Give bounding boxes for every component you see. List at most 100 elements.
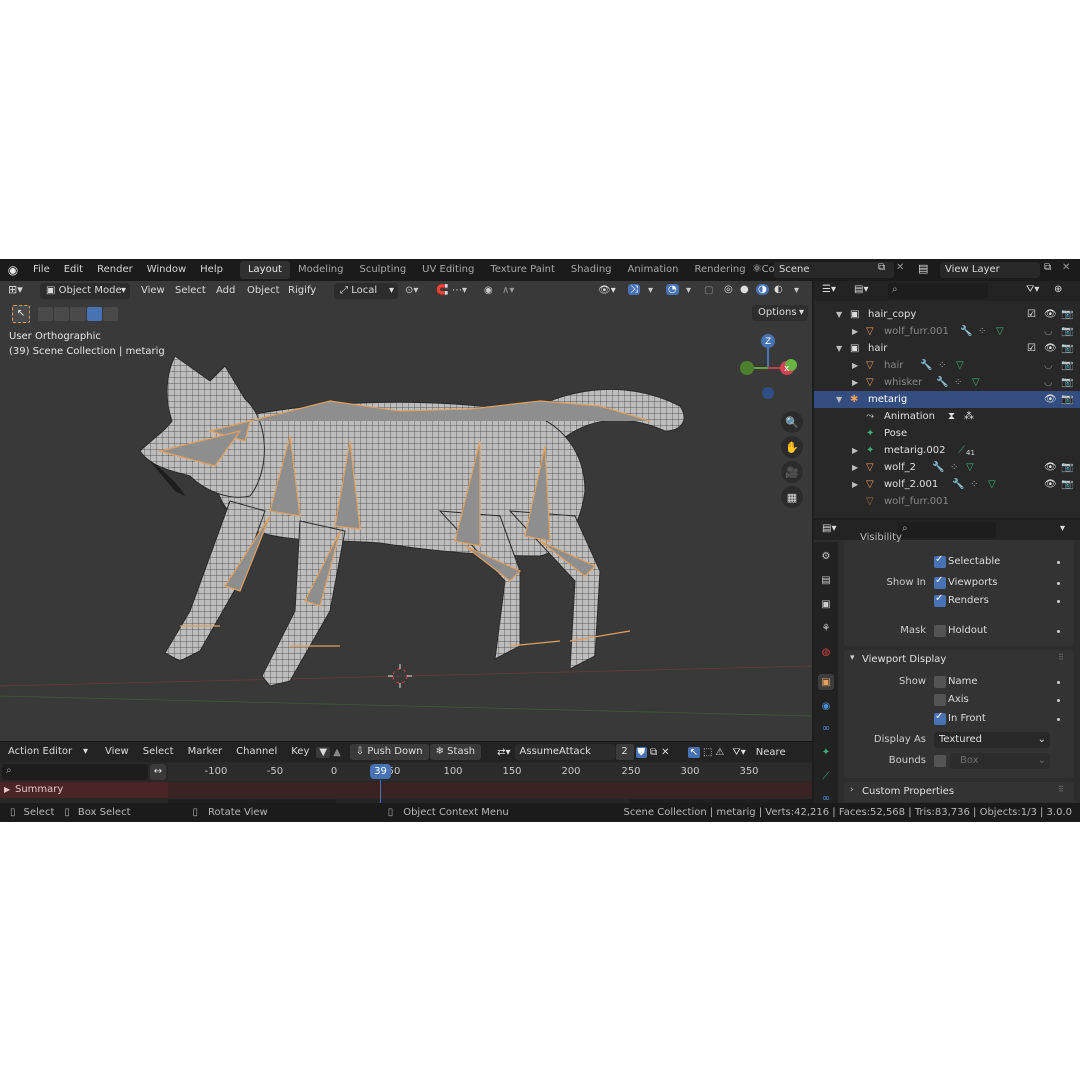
view-layer-field[interactable]: View Layer <box>940 262 1040 278</box>
animate-dot-icon[interactable] <box>1057 600 1060 603</box>
name-checkbox[interactable] <box>934 676 946 688</box>
custom-properties-panel[interactable]: › Custom Properties ⠿ <box>844 782 1074 802</box>
expand-triangle-icon[interactable]: ▼ <box>836 306 842 323</box>
world-tab-icon[interactable]: ◍ <box>818 644 834 660</box>
eye-icon[interactable]: 👁 <box>1044 476 1057 493</box>
only-selected-icon[interactable]: ↖ <box>687 746 700 758</box>
properties-editor-icon[interactable]: ▤▾ <box>822 523 836 534</box>
eye-closed-icon[interactable]: ◡ <box>1044 357 1053 374</box>
summary-channel[interactable]: ▶ Summary <box>0 782 168 798</box>
new-view-layer-icon[interactable]: ⧉ <box>1044 262 1051 273</box>
outliner-row-wolf-2-001[interactable]: ▶ ▽ wolf_2.001 🔧 ⁘ ▽ 👁 📷 <box>814 476 1080 493</box>
outliner-search-input[interactable]: ⌕ <box>888 283 988 299</box>
menu-edit[interactable]: Edit <box>57 259 90 281</box>
outliner-row-wolf-2[interactable]: ▶ ▽ wolf_2 🔧 ⁘ ▽ 👁 📷 <box>814 459 1080 476</box>
animate-dot-icon[interactable] <box>1057 681 1060 684</box>
properties-editor[interactable]: ▤▾ ⌕ ▾ ⚙ ▤ ▣ ⚘ ◍ ▣ ◉ ∞ ✦ ⟋ ∞ Visibility … <box>814 520 1080 804</box>
eye-icon[interactable]: 👁 <box>1044 459 1057 476</box>
layer-down-icon[interactable]: ▼ <box>316 746 331 758</box>
3d-viewport[interactable]: ⊞▾ ▣ Object Mode ▾ View Select Add Object… <box>0 281 812 822</box>
new-collection-icon[interactable]: ⊕ <box>1054 284 1062 295</box>
timeline-ruler[interactable]: -100 -50 0 50 100 150 200 250 300 350 39 <box>168 763 812 781</box>
delete-scene-icon[interactable]: ✕ <box>896 262 904 273</box>
ortho-toggle-icon[interactable]: ▦ <box>781 486 803 508</box>
menu-render[interactable]: Render <box>90 259 140 281</box>
properties-search-input[interactable]: ⌕ <box>898 522 996 538</box>
new-scene-icon[interactable]: ⧉ <box>878 262 885 273</box>
data-tab-icon[interactable]: ✦ <box>818 744 834 760</box>
viewports-checkbox[interactable] <box>934 575 946 589</box>
animate-dot-icon[interactable] <box>1057 582 1060 585</box>
camera-icon[interactable]: 📷 <box>1061 374 1073 391</box>
unlink-action-icon[interactable]: ✕ <box>661 747 669 758</box>
snapping-dropdown[interactable]: Neare <box>756 747 786 758</box>
camera-icon[interactable]: 📷 <box>1061 476 1073 493</box>
menu-file[interactable]: File <box>26 259 57 281</box>
bounds-checkbox[interactable] <box>934 755 946 767</box>
scene-field[interactable]: Scene <box>774 262 894 278</box>
outliner-row-pose[interactable]: ✦ Pose <box>814 425 1080 442</box>
stash-button[interactable]: ❄ Stash <box>429 744 482 760</box>
expand-triangle-icon[interactable]: ▶ <box>852 476 858 493</box>
only-errors-icon[interactable]: ⚠ <box>715 747 724 758</box>
scene-tab-icon[interactable]: ⚘ <box>818 620 834 636</box>
outliner[interactable]: ☰▾ ▤▾ ⌕ ⛛▾ ⊕ ▼ ▣ hair_copy ☑ 👁 📷 ▶ ▽ wol… <box>814 281 1080 518</box>
menu-window[interactable]: Window <box>140 259 193 281</box>
editor-mode-dropdown[interactable]: Action Editor ▾ <box>2 744 92 760</box>
drag-handle-icon[interactable]: ⠿ <box>1058 653 1064 662</box>
animate-dot-icon[interactable] <box>1057 699 1060 702</box>
tab-sculpting[interactable]: Sculpting <box>351 261 414 279</box>
expand-triangle-icon[interactable]: ▶ <box>852 357 858 374</box>
expand-triangle-icon[interactable]: ▼ <box>836 391 842 408</box>
ae-menu-key[interactable]: Key <box>284 742 316 762</box>
camera-icon[interactable]: 📷 <box>1061 459 1073 476</box>
outliner-row-animation[interactable]: ⤳ Animation ⧗ ⁂ <box>814 408 1080 425</box>
filter-icon[interactable]: ⛛▾ <box>1026 284 1039 295</box>
render-tab-icon[interactable]: ▤ <box>818 572 834 588</box>
camera-icon[interactable]: 📷 <box>1061 340 1073 357</box>
in-front-checkbox[interactable] <box>934 711 946 725</box>
eye-closed-icon[interactable]: ◡ <box>1044 374 1053 391</box>
animate-dot-icon[interactable] <box>1057 718 1060 721</box>
expand-triangle-icon[interactable]: ▶ <box>852 459 858 476</box>
outliner-row-hair-mesh[interactable]: ▶ ▽ hair 🔧 ⁘ ▽ ◡ 📷 <box>814 357 1080 374</box>
outliner-row-hair-collection[interactable]: ▼ ▣ hair ☑ 👁 📷 <box>814 340 1080 357</box>
zoom-icon[interactable]: 🔍 <box>781 411 803 433</box>
outliner-row-metarig[interactable]: ▼ ✱ metarig 👁 📷 <box>814 391 1080 408</box>
eye-icon[interactable]: 👁 <box>1044 340 1057 357</box>
eye-icon[interactable]: 👁 <box>1044 391 1057 408</box>
camera-icon[interactable]: 📷 <box>1061 306 1073 323</box>
blender-logo-icon[interactable]: ◉ <box>0 263 26 277</box>
pan-hand-icon[interactable]: ✋ <box>781 436 803 458</box>
view-layer-icon[interactable]: ▤ <box>918 262 928 275</box>
bounds-dropdown[interactable]: Box ⌄ <box>950 753 1050 769</box>
renders-checkbox[interactable] <box>934 593 946 607</box>
constraints-tab-icon[interactable]: ∞ <box>818 720 834 736</box>
eye-icon[interactable]: 👁 <box>1044 306 1057 323</box>
camera-icon[interactable]: 📷 <box>1061 357 1073 374</box>
eye-closed-icon[interactable]: ◡ <box>1044 323 1053 340</box>
scene-icon[interactable]: ⚛ <box>752 262 762 275</box>
outliner-row-hair-copy[interactable]: ▼ ▣ hair_copy ☑ 👁 📷 <box>814 306 1080 323</box>
tab-animation[interactable]: Animation <box>620 261 687 279</box>
camera-icon[interactable]: 📷 <box>1061 391 1073 408</box>
tab-texture-paint[interactable]: Texture Paint <box>482 261 563 279</box>
outliner-row-wolf-furr-2[interactable]: ▽ wolf_furr.001 <box>814 493 1080 510</box>
display-mode-icon[interactable]: ▤▾ <box>854 284 868 295</box>
tool-tab-icon[interactable]: ⚙ <box>818 548 834 564</box>
visibility-header[interactable]: Visibility <box>860 532 902 544</box>
fake-user-shield-icon[interactable]: ⛊ <box>635 746 648 758</box>
drag-handle-icon[interactable]: ⠿ <box>1058 785 1064 794</box>
animate-dot-icon[interactable] <box>1057 561 1060 564</box>
options-dropdown-icon[interactable]: ▾ <box>1060 523 1065 534</box>
ae-menu-marker[interactable]: Marker <box>181 742 230 762</box>
camera-view-icon[interactable]: 🎥 <box>781 461 803 483</box>
expand-triangle-icon[interactable]: ▶ <box>852 323 858 340</box>
menu-help[interactable]: Help <box>193 259 230 281</box>
ae-menu-select[interactable]: Select <box>136 742 181 762</box>
camera-icon[interactable]: 📷 <box>1061 323 1073 340</box>
ae-menu-channel[interactable]: Channel <box>229 742 284 762</box>
show-hidden-icon[interactable]: ⬚ <box>703 747 712 758</box>
push-down-button[interactable]: ⇩ Push Down <box>349 744 429 760</box>
current-frame-indicator[interactable]: 39 <box>370 764 391 779</box>
